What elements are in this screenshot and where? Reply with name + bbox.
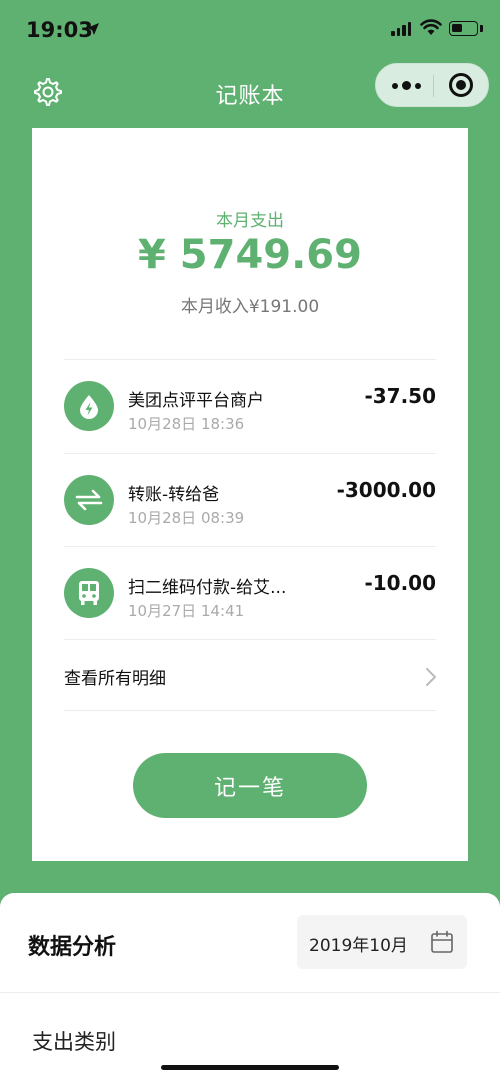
transaction-row[interactable]: 扫二维码付款-给艾... 10月27日 14:41 -10.00 — [64, 547, 436, 640]
transaction-title: 转账-转给爸 — [128, 485, 220, 505]
wifi-icon — [420, 19, 442, 35]
transaction-amount: -37.50 — [364, 384, 436, 408]
cell-signal-icon — [391, 22, 411, 36]
transaction-date: 10月28日 18:36 — [128, 415, 245, 433]
month-income: 本月收入¥191.00 — [180, 297, 320, 317]
month-expense-amount: ¥ 5749.69 — [138, 232, 362, 278]
battery-icon — [449, 21, 478, 36]
view-all-details-link[interactable]: 查看所有明细 — [64, 640, 436, 710]
data-analysis-sheet: 数据分析 2019年10月 支出类别 — [0, 893, 500, 1082]
calendar-icon — [431, 930, 453, 953]
transaction-row[interactable]: 美团点评平台商户 10月28日 18:36 -37.50 — [64, 360, 436, 453]
status-bar: 19:03 — [0, 0, 500, 60]
summary-card: 本月支出 ¥ 5749.69 本月收入¥191.00 美团点评平台商户 10月2… — [32, 128, 468, 861]
month-expense-label: 本月支出 — [216, 211, 284, 231]
divider — [64, 710, 436, 711]
transaction-title: 美团点评平台商户 — [128, 391, 264, 411]
data-analysis-title: 数据分析 — [28, 935, 117, 960]
transaction-title: 扫二维码付款-给艾... — [128, 578, 287, 598]
home-indicator[interactable] — [161, 1065, 339, 1070]
transaction-amount: -3000.00 — [336, 478, 436, 502]
more-options-icon[interactable] — [392, 81, 421, 90]
month-picker-value: 2019年10月 — [309, 936, 408, 956]
bolt-drop-icon — [64, 381, 114, 431]
divider — [0, 992, 500, 993]
transaction-date: 10月27日 14:41 — [128, 602, 245, 620]
location-arrow-icon — [87, 23, 99, 35]
chevron-right-icon — [426, 668, 436, 686]
expense-category-label: 支出类别 — [32, 1030, 116, 1054]
transaction-row[interactable]: 转账-转给爸 10月28日 08:39 -3000.00 — [64, 454, 436, 547]
bus-icon — [64, 568, 114, 618]
transfer-arrows-icon — [64, 475, 114, 525]
transaction-date: 10月28日 08:39 — [128, 509, 245, 527]
close-mini-program-icon[interactable] — [449, 73, 473, 97]
view-all-label: 查看所有明细 — [64, 669, 166, 689]
record-entry-button[interactable]: 记一笔 — [133, 753, 367, 818]
month-picker[interactable]: 2019年10月 — [297, 915, 467, 969]
status-time: 19:03 — [26, 18, 93, 42]
transaction-amount: -10.00 — [364, 571, 436, 595]
